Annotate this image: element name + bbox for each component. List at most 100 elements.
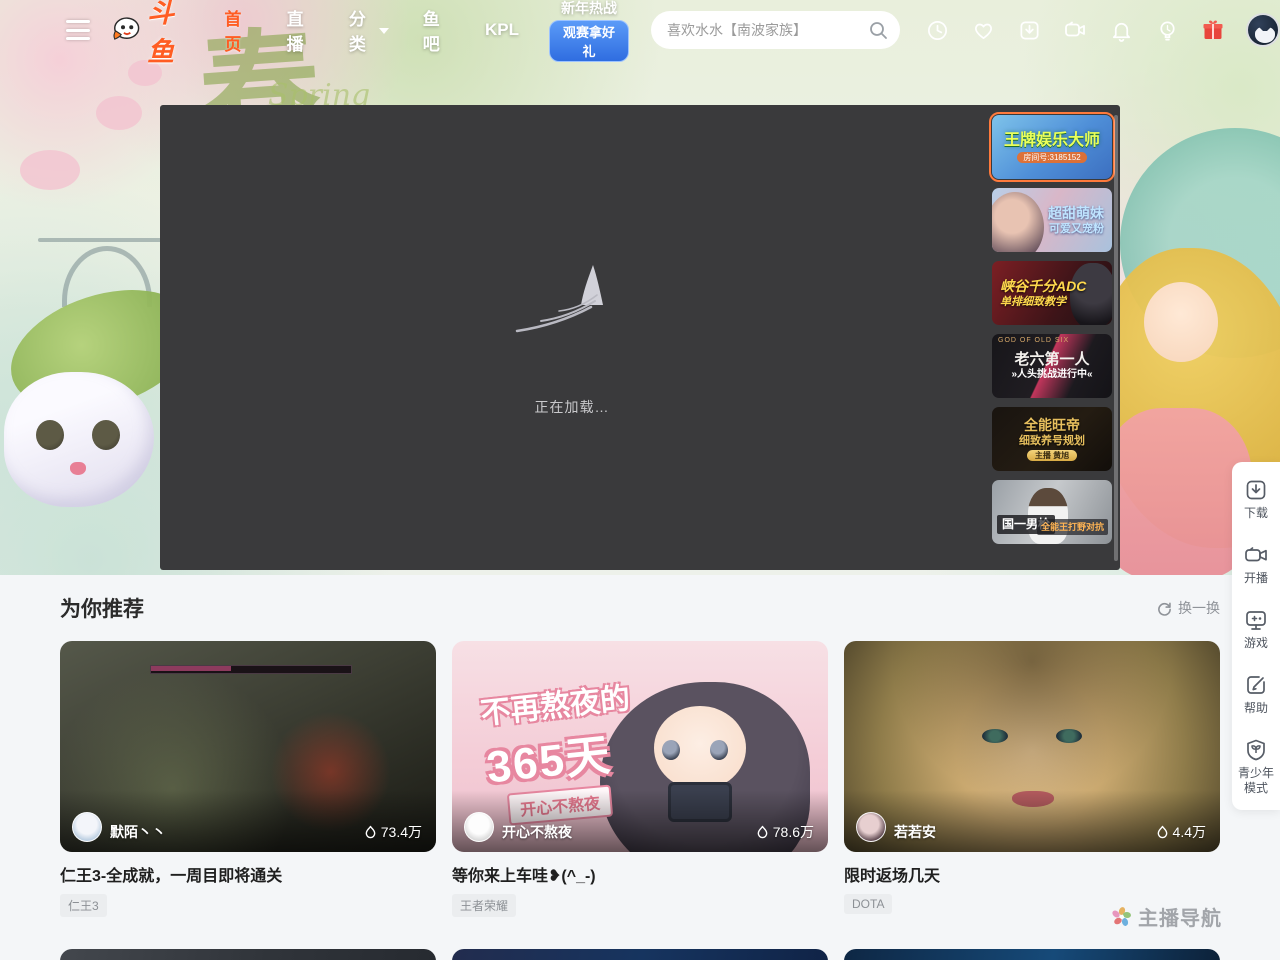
notifications-button[interactable]: [1108, 17, 1134, 43]
download-box-icon: [1244, 478, 1268, 502]
camera-icon: [1063, 18, 1087, 42]
promo-card-adc-teaching[interactable]: 峡谷千分ADC 单排细致教学: [992, 261, 1112, 325]
main-nav: 首页 直播 分类 鱼吧 KPL: [224, 5, 519, 55]
section-title: 为你推荐: [60, 593, 144, 623]
event-badge[interactable]: 观赛拿好礼: [549, 20, 629, 62]
promo-host-badge: 主播 黄旭: [1027, 450, 1077, 461]
download-icon: [1018, 19, 1041, 42]
user-avatar[interactable]: [1246, 13, 1280, 47]
viewer-count: 73.4万: [364, 822, 422, 842]
anime-girl-eye: [662, 740, 680, 760]
stream-card-partial[interactable]: [60, 949, 436, 960]
viewer-count-value: 4.4万: [1173, 822, 1206, 842]
stream-thumbnail[interactable]: 不再熬夜的 365天 开心不熬夜 开心不熬夜 78.6万: [452, 641, 828, 852]
gift-button[interactable]: [1200, 17, 1226, 43]
nav-item-live[interactable]: 直播: [287, 5, 315, 55]
heat-icon: [364, 825, 377, 840]
toolbar-games[interactable]: 游戏: [1232, 608, 1280, 651]
nav-item-yuba[interactable]: 鱼吧: [423, 5, 451, 55]
heart-icon: [972, 19, 995, 42]
promo-sidebar: 王牌娱乐大师 房间号:3185152 超甜萌妹 可爱又宠粉 峡谷千分ADC 单排…: [984, 105, 1120, 570]
history-button[interactable]: [924, 17, 950, 43]
refresh-label: 换一换: [1178, 598, 1220, 618]
thumb-text-line2: 365天: [483, 719, 614, 796]
nav-item-event[interactable]: 新年热战 观赛拿好礼: [549, 0, 629, 62]
search-input[interactable]: [667, 22, 868, 38]
search-icon[interactable]: [868, 20, 888, 40]
stream-card-partial[interactable]: [844, 949, 1220, 960]
douyu-mascot-art: [4, 372, 154, 507]
promo-card-old-six[interactable]: GOD OF OLD SIX 老六第一人 »人头挑战进行中«: [992, 334, 1112, 398]
game-tag[interactable]: 王者荣耀: [452, 894, 516, 917]
watermark-label: 主播导航: [1138, 902, 1222, 931]
bridge-art: [38, 228, 166, 286]
streamer-name: 开心不熬夜: [502, 822, 756, 842]
stream-card[interactable]: 默陌丶丶 73.4万 仁王3-全成就，一周目即将通关 仁王3: [60, 641, 436, 917]
loading-fin-icon: [507, 259, 637, 351]
video-player[interactable]: 正在加载…: [160, 105, 984, 570]
anchor-lamp-button[interactable]: [1154, 17, 1180, 43]
thumb-info-bar: 若若安 4.4万: [844, 790, 1220, 852]
event-title: 新年热战: [549, 0, 629, 18]
promo-card-account-plan[interactable]: 全能旺帝 细致养号规划 主播 黄旭: [992, 407, 1112, 471]
gift-icon: [1201, 18, 1225, 42]
douyu-fish-icon: [112, 15, 143, 45]
promo-title: 老六第一人: [1014, 351, 1089, 368]
logo-wordmark: 斗鱼: [147, 0, 200, 69]
douyu-logo[interactable]: 斗鱼: [112, 0, 200, 69]
download-button[interactable]: [1016, 17, 1042, 43]
stream-card[interactable]: 不再熬夜的 365天 开心不熬夜 开心不熬夜 78.6万 等你来上车哇❥(^_-…: [452, 641, 828, 917]
search-bar: [651, 11, 900, 49]
promo-title: 超甜萌妹: [1048, 205, 1104, 222]
toolbar-help[interactable]: 帮助: [1232, 673, 1280, 716]
streamer-name: 若若安: [894, 822, 1156, 842]
follow-button[interactable]: [970, 17, 996, 43]
recommend-cards: 默陌丶丶 73.4万 仁王3-全成就，一周目即将通关 仁王3: [60, 641, 1220, 917]
girl-dress-art: [1102, 408, 1252, 575]
promo-subtitle: 全能王打野对抗: [1037, 519, 1108, 535]
heat-icon: [756, 825, 769, 840]
promo-room-strip: 房间号:3185152: [1017, 152, 1086, 163]
clock-icon: [926, 19, 949, 42]
game-tag[interactable]: DOTA: [844, 894, 892, 914]
promo-scrollbar[interactable]: [1114, 115, 1118, 561]
stream-title[interactable]: 限时返场几天: [844, 862, 1220, 886]
stream-thumbnail[interactable]: 若若安 4.4万: [844, 641, 1220, 852]
menu-button[interactable]: [66, 20, 90, 40]
toolbar-download[interactable]: 下载: [1232, 478, 1280, 521]
thumb-info-bar: 默陌丶丶 73.4万: [60, 790, 436, 852]
viewer-count: 4.4万: [1156, 822, 1206, 842]
anchor-nav-watermark[interactable]: 主播导航: [1111, 902, 1222, 931]
promo-top-text: GOD OF OLD SIX: [998, 337, 1069, 344]
stream-card[interactable]: 若若安 4.4万 限时返场几天 DOTA: [844, 641, 1220, 917]
top-header: 斗鱼 首页 直播 分类 鱼吧 KPL 新年热战 观赛拿好礼: [0, 0, 1280, 60]
promo-card-ace-entertainment[interactable]: 王牌娱乐大师 房间号:3185152: [992, 115, 1112, 179]
nav-item-categories[interactable]: 分类: [349, 5, 389, 55]
mascot-mouth: [70, 462, 86, 475]
stream-title[interactable]: 等你来上车哇❥(^_-): [452, 862, 828, 886]
broadcast-button[interactable]: [1062, 17, 1088, 43]
streamer-name: 默陌丶丶: [110, 822, 364, 842]
nav-categories-label: 分类: [349, 5, 375, 55]
refresh-button[interactable]: 换一换: [1157, 598, 1220, 618]
pinwheel-icon: [1111, 906, 1133, 928]
promo-subtitle: 细致养号规划: [1019, 434, 1085, 448]
viewer-count: 78.6万: [756, 822, 814, 842]
anime-girl-eye: [710, 740, 728, 760]
nav-item-home[interactable]: 首页: [224, 5, 252, 55]
game-monitor-icon: [1244, 608, 1268, 632]
mascot-eye: [36, 420, 64, 450]
next-row-partial: [60, 949, 1220, 960]
nav-item-kpl[interactable]: KPL: [485, 20, 519, 40]
stream-card-partial[interactable]: [452, 949, 828, 960]
stream-title[interactable]: 仁王3-全成就，一周目即将通关: [60, 862, 436, 886]
promo-subtitle: 单排细致教学: [1000, 295, 1066, 309]
promo-card-sweet-girl[interactable]: 超甜萌妹 可爱又宠粉: [992, 188, 1112, 252]
toolbar-label: 帮助: [1236, 701, 1276, 716]
stream-thumbnail[interactable]: 默陌丶丶 73.4万: [60, 641, 436, 852]
promo-card-top-gunner[interactable]: 国一男枪 全能王打野对抗: [992, 480, 1112, 544]
toolbar-broadcast[interactable]: 开播: [1232, 543, 1280, 586]
game-tag[interactable]: 仁王3: [60, 894, 107, 917]
streamer-avatar: [856, 812, 886, 842]
toolbar-teen-mode[interactable]: 青少年模式: [1232, 738, 1280, 796]
